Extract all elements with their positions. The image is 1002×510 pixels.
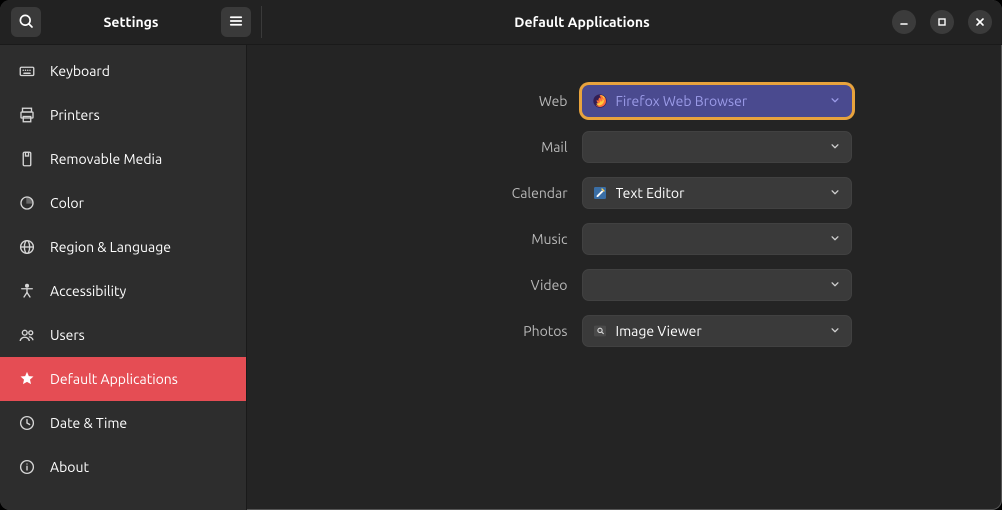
calendar-select[interactable]: Text Editor [582,177,852,209]
sidebar-item-printers[interactable]: Printers [0,93,246,137]
window-controls [892,10,992,34]
web-select-value: Firefox Web Browser [616,93,820,109]
sidebar-item-accessibility[interactable]: Accessibility [0,269,246,313]
search-icon [17,12,35,33]
header-sidebar-section: Settings [0,0,262,44]
chevron-down-icon [828,277,842,294]
minimize-button[interactable] [892,10,916,34]
sidebar-item-default-applications[interactable]: Default Applications [0,357,246,401]
sidebar-item-label: Keyboard [50,63,110,79]
music-select[interactable] [582,223,852,255]
sidebar-item-label: Removable Media [50,151,162,167]
region-language-icon [18,238,36,256]
header-content-section: Default Applications [262,0,1002,44]
video-label: Video [398,277,568,293]
sidebar-item-date-time[interactable]: Date & Time [0,401,246,445]
mail-select[interactable] [582,131,852,163]
default-applications-icon [18,370,36,388]
sidebar-item-keyboard[interactable]: Keyboard [0,49,246,93]
calendar-select-value: Text Editor [616,185,820,201]
printers-icon [18,106,36,124]
hamburger-icon [227,12,245,33]
menu-button[interactable] [221,7,251,37]
page-title: Default Applications [272,14,892,30]
chevron-down-icon [828,231,842,248]
photos-select[interactable]: Image Viewer [582,315,852,347]
sidebar-title: Settings [44,14,218,30]
sidebar-item-removable-media[interactable]: Removable Media [0,137,246,181]
sidebar-item-about[interactable]: About [0,445,246,489]
music-label: Music [398,231,568,247]
sidebar-item-color[interactable]: Color [0,181,246,225]
image-viewer-icon [592,323,608,339]
chevron-down-icon [828,139,842,156]
sidebar-item-label: Printers [50,107,100,123]
window-body: Keyboard Printers Removable Media Color Regi… [0,45,1002,510]
color-icon [18,194,36,212]
calendar-label: Calendar [398,185,568,201]
sidebar-item-label: Users [50,327,85,343]
chevron-down-icon [828,185,842,202]
sidebar-item-label: Default Applications [50,371,178,387]
text-editor-icon [592,185,608,201]
accessibility-icon [18,282,36,300]
users-icon [18,326,36,344]
date-time-icon [18,414,36,432]
photos-select-value: Image Viewer [616,323,820,339]
chevron-down-icon [828,323,842,340]
video-select[interactable] [582,269,852,301]
close-button[interactable] [968,10,992,34]
content-area: Web Firefox Web Browser Mail Calendar Text E… [247,45,1002,510]
removable-media-icon [18,150,36,168]
settings-window: Settings Default Applications [0,0,1002,510]
sidebar-item-region-language[interactable]: Region & Language [0,225,246,269]
sidebar-item-label: Accessibility [50,283,126,299]
firefox-icon [592,93,608,109]
keyboard-icon [18,62,36,80]
about-icon [18,458,36,476]
mail-label: Mail [398,139,568,155]
search-button[interactable] [11,7,41,37]
chevron-down-icon [828,93,842,110]
sidebar-item-users[interactable]: Users [0,313,246,357]
photos-label: Photos [398,323,568,339]
sidebar-item-label: Region & Language [50,239,171,255]
web-label: Web [398,93,568,109]
headerbar: Settings Default Applications [0,0,1002,45]
web-select[interactable]: Firefox Web Browser [582,85,852,117]
sidebar-item-label: About [50,459,89,475]
maximize-button[interactable] [930,10,954,34]
sidebar: Keyboard Printers Removable Media Color Regi… [0,45,247,510]
default-apps-form: Web Firefox Web Browser Mail Calendar Text E… [277,85,972,347]
sidebar-item-label: Color [50,195,84,211]
sidebar-item-label: Date & Time [50,415,127,431]
